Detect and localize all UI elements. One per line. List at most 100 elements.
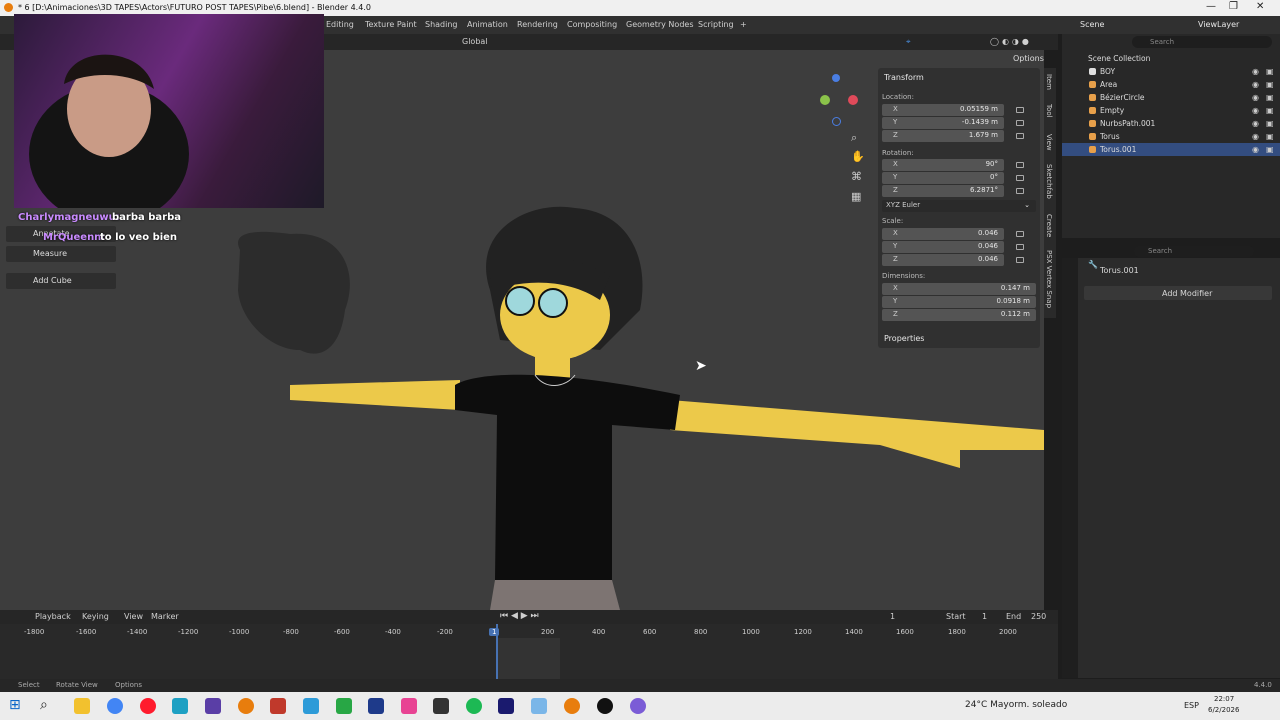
shading-mode-icons[interactable]: ◯◐◑●: [990, 37, 1032, 46]
edge-icon[interactable]: [172, 698, 188, 714]
lock-icon[interactable]: [1016, 231, 1024, 237]
start-field[interactable]: 1: [982, 612, 987, 621]
maximize-button[interactable]: ❐: [1229, 1, 1238, 12]
gizmo-z-axis[interactable]: [832, 74, 840, 82]
outliner-item-nurbspath[interactable]: NurbsPath.001 ◉ ▣: [1062, 117, 1280, 130]
location-x-field[interactable]: X 0.05159 m: [882, 104, 1004, 116]
zoom-icon[interactable]: ⌕: [851, 131, 857, 145]
tab-shading[interactable]: Shading: [425, 20, 458, 29]
outliner-item-area[interactable]: Area ◉ ▣: [1062, 78, 1280, 91]
gizmo-toggle-icon[interactable]: ⌖: [906, 37, 911, 47]
scale-x-field[interactable]: X 0.046: [882, 228, 1004, 240]
outliner-search[interactable]: Search: [1132, 36, 1272, 48]
location-z-field[interactable]: Z 1.679 m: [882, 130, 1004, 142]
gizmo-neg-z[interactable]: [832, 117, 841, 126]
camera-view-icon[interactable]: ⌘: [851, 170, 862, 183]
gizmo-y-axis[interactable]: [820, 95, 830, 105]
minimize-button[interactable]: —: [1206, 1, 1216, 12]
add-workspace-button[interactable]: +: [740, 20, 747, 29]
dimension-x-field[interactable]: X 0.147 m: [882, 283, 1036, 295]
spotify-icon[interactable]: [466, 698, 482, 714]
app-icon[interactable]: [401, 698, 417, 714]
search-icon[interactable]: ⌕: [40, 697, 48, 713]
lock-icon[interactable]: [1016, 162, 1024, 168]
rotation-y-field[interactable]: Y 0°: [882, 172, 1004, 184]
notepad-icon[interactable]: [531, 698, 547, 714]
gizmo-x-axis[interactable]: [848, 95, 858, 105]
current-frame-badge[interactable]: 1: [489, 628, 500, 636]
outliner-item-beziercircle[interactable]: BézierCircle ◉ ▣: [1062, 91, 1280, 104]
timeline-area[interactable]: -1800 -1600 -1400 -1200 -1000 -800 -600 …: [0, 624, 1058, 679]
properties-tabs[interactable]: [1062, 258, 1078, 678]
end-field[interactable]: 250: [1031, 612, 1046, 621]
rotation-mode-dropdown[interactable]: XYZ Euler ⌄: [882, 200, 1036, 212]
blender-active-icon[interactable]: [564, 698, 580, 714]
pycharm-icon[interactable]: [336, 698, 352, 714]
ortho-grid-icon[interactable]: ▦: [851, 190, 861, 203]
keying-menu[interactable]: Keying: [82, 612, 109, 621]
marker-menu[interactable]: Marker: [151, 612, 179, 621]
close-button[interactable]: ✕: [1256, 1, 1264, 12]
scale-z-field[interactable]: Z 0.046: [882, 254, 1004, 266]
app-icon[interactable]: [630, 698, 646, 714]
lock-icon[interactable]: [1016, 107, 1024, 113]
obs-studio-icon[interactable]: [597, 698, 613, 714]
current-frame-field[interactable]: 1: [890, 612, 895, 621]
playback-menu[interactable]: Playback: [35, 612, 71, 621]
add-modifier-button[interactable]: Add Modifier: [1084, 286, 1272, 300]
location-y-field[interactable]: Y -0.1439 m: [882, 117, 1004, 129]
tab-psx-vertex-snap[interactable]: PSX Vertex Snap: [1045, 250, 1053, 308]
lock-icon[interactable]: [1016, 244, 1024, 250]
tab-view[interactable]: View: [1045, 134, 1053, 151]
clock-time[interactable]: 22:07: [1214, 695, 1234, 703]
tab-sketchfab[interactable]: Sketchfab: [1045, 164, 1053, 199]
tab-geometry-nodes[interactable]: Geometry Nodes: [626, 20, 693, 29]
opera-icon[interactable]: [140, 698, 156, 714]
photos-icon[interactable]: [303, 698, 319, 714]
outliner-item-torus-001[interactable]: Torus.001 ◉ ▣: [1062, 143, 1280, 156]
lock-icon[interactable]: [1016, 120, 1024, 126]
viewlayer-selector[interactable]: ViewLayer: [1198, 20, 1239, 29]
tab-rendering[interactable]: Rendering: [517, 20, 558, 29]
dimension-y-field[interactable]: Y 0.0918 m: [882, 296, 1036, 308]
playback-controls[interactable]: ⏮ ◀ ▶ ⏭: [500, 611, 539, 621]
properties-search[interactable]: Search: [1134, 246, 1254, 257]
lock-icon[interactable]: [1016, 133, 1024, 139]
lock-icon[interactable]: [1016, 188, 1024, 194]
outliner-item-torus[interactable]: Torus ◉ ▣: [1062, 130, 1280, 143]
scene-collection-row[interactable]: Scene Collection: [1062, 52, 1280, 65]
chrome-icon[interactable]: [107, 698, 123, 714]
tab-texture-paint[interactable]: Texture Paint: [365, 20, 417, 29]
unity-icon[interactable]: [433, 698, 449, 714]
app-icon[interactable]: [270, 698, 286, 714]
tab-create[interactable]: Create: [1045, 214, 1053, 237]
tab-animation[interactable]: Animation: [467, 20, 508, 29]
obs-icon[interactable]: [205, 698, 221, 714]
after-effects-icon[interactable]: [498, 698, 514, 714]
orientation-dropdown[interactable]: Global: [462, 37, 488, 46]
view-menu[interactable]: View: [124, 612, 143, 621]
pan-hand-icon[interactable]: ✋: [851, 150, 865, 163]
vegas-icon[interactable]: [368, 698, 384, 714]
tab-editing[interactable]: Editing: [326, 20, 354, 29]
language-indicator[interactable]: ESP: [1184, 701, 1199, 710]
rotation-z-field[interactable]: Z 6.2871°: [882, 185, 1004, 197]
outliner-item-boy[interactable]: BOY ◉ ▣: [1062, 65, 1280, 78]
scale-y-field[interactable]: Y 0.046: [882, 241, 1004, 253]
blender-taskbar-icon[interactable]: [238, 698, 254, 714]
tab-compositing[interactable]: Compositing: [567, 20, 617, 29]
scene-selector[interactable]: Scene: [1080, 20, 1104, 29]
weather-widget[interactable]: 24°C Mayorm. soleado: [965, 700, 1067, 710]
tool-add-cube[interactable]: Add Cube: [6, 273, 116, 289]
outliner-item-empty[interactable]: Empty ◉ ▣: [1062, 104, 1280, 117]
dimension-z-field[interactable]: Z 0.112 m: [882, 309, 1036, 321]
lock-icon[interactable]: [1016, 257, 1024, 263]
file-explorer-icon[interactable]: [74, 698, 90, 714]
options-dropdown[interactable]: Options: [1013, 54, 1044, 63]
rotation-x-field[interactable]: X 90°: [882, 159, 1004, 171]
properties-header[interactable]: Properties: [884, 334, 924, 343]
lock-icon[interactable]: [1016, 175, 1024, 181]
tab-tool[interactable]: Tool: [1045, 104, 1053, 118]
windows-start-icon[interactable]: ⊞: [9, 697, 21, 713]
transform-header[interactable]: Transform: [884, 73, 924, 82]
